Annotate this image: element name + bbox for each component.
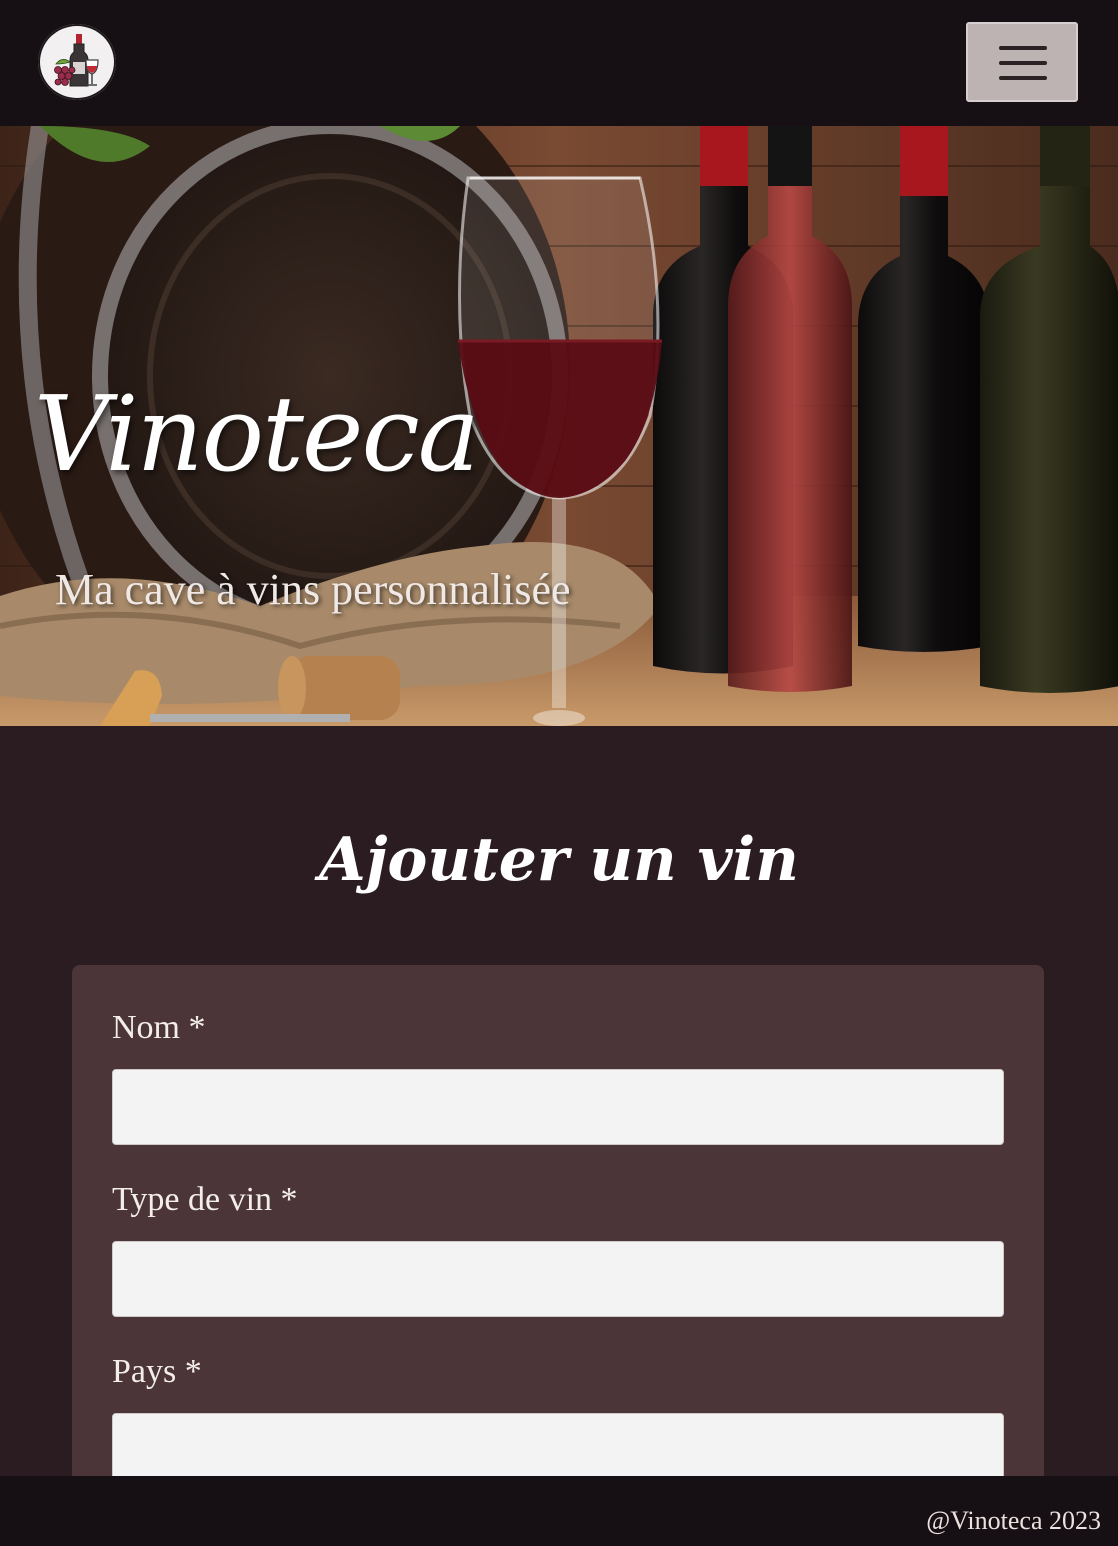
hero-banner: Vinoteca Ma cave à vins personnalisée: [0, 126, 1118, 726]
add-wine-form: Nom * Type de vin * Pays *: [72, 965, 1044, 1525]
hero-subtitle: Ma cave à vins personnalisée: [55, 565, 571, 614]
wine-bottle-grapes-glass-icon: [54, 34, 99, 87]
menu-toggle-button[interactable]: [966, 22, 1078, 102]
form-title: Ajouter un vin: [319, 825, 799, 895]
footer: @Vinoteca 2023: [0, 1476, 1118, 1546]
wine-type-input[interactable]: [112, 1241, 1004, 1317]
footer-copyright: @Vinoteca 2023: [926, 1506, 1101, 1535]
country-label: Pays *: [112, 1353, 202, 1390]
hero-title: Vinoteca: [34, 373, 480, 495]
navbar: [0, 0, 1118, 126]
name-input[interactable]: [112, 1069, 1004, 1145]
name-label: Nom *: [112, 1009, 206, 1046]
site-logo[interactable]: [38, 24, 116, 100]
wine-type-label: Type de vin *: [112, 1181, 298, 1218]
